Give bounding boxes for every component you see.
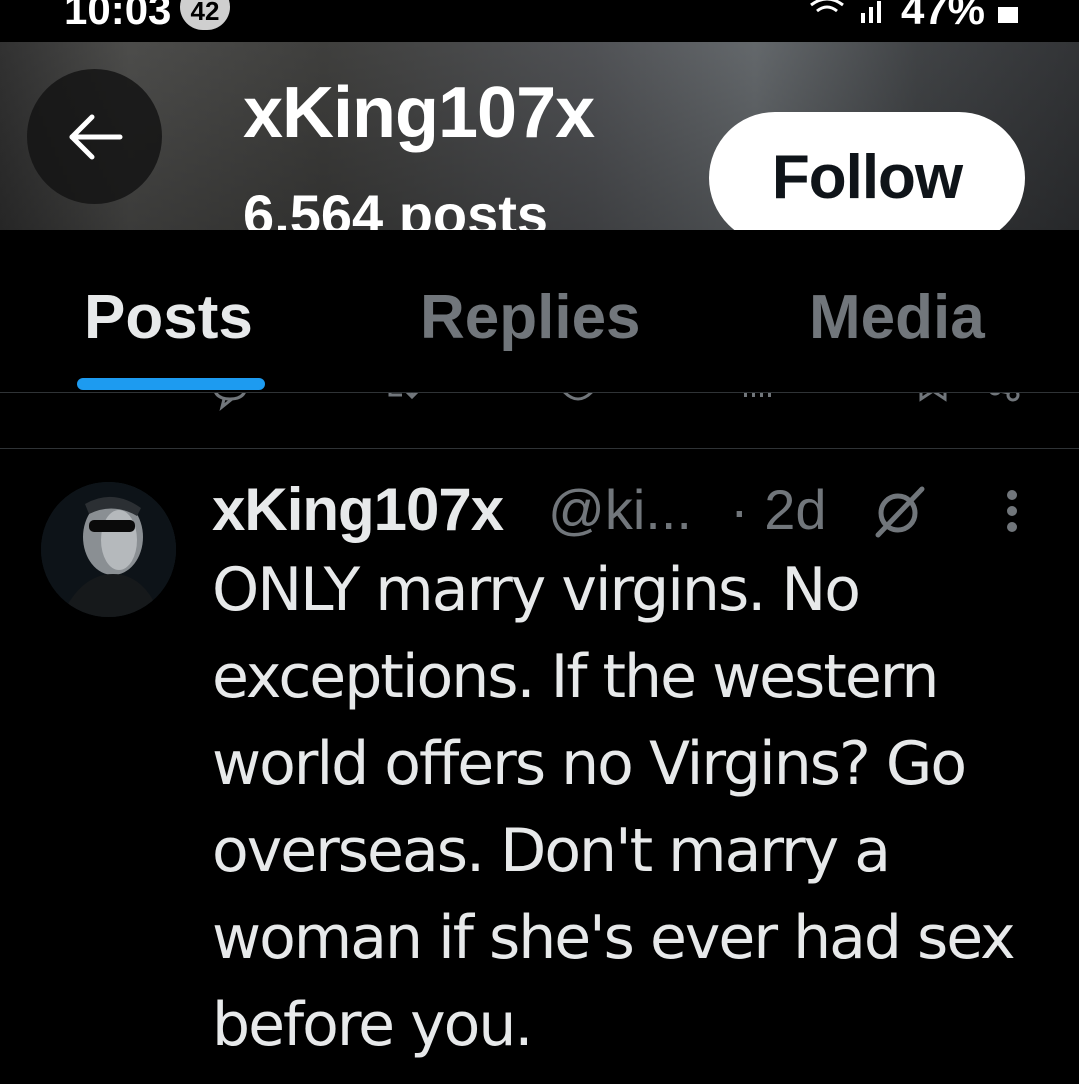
avatar[interactable] xyxy=(41,482,176,617)
posts-count: 6,564 posts xyxy=(243,183,549,230)
tab-posts[interactable]: Posts xyxy=(84,282,253,353)
tweet[interactable]: xKing107x @ki... · 2d ONLY marry virgins… xyxy=(0,449,1079,1084)
status-icons: 47% xyxy=(807,0,1019,34)
edit-icon xyxy=(875,486,925,538)
signal-icon xyxy=(860,1,881,23)
follow-button[interactable]: Follow xyxy=(709,112,1025,230)
active-tab-indicator xyxy=(77,378,265,390)
avatar-image xyxy=(41,482,176,617)
status-time: 10:03 xyxy=(64,0,172,33)
reply-icon[interactable] xyxy=(210,393,250,413)
tweet-author-name[interactable]: xKing107x xyxy=(212,475,504,544)
tab-media[interactable]: Media xyxy=(809,282,985,353)
notification-badge: 42 xyxy=(180,0,230,30)
battery-percentage: 47% xyxy=(900,0,985,33)
battery-icon xyxy=(998,7,1018,23)
status-bar: 10:03 42 47% xyxy=(0,0,1079,42)
previous-tweet-actions xyxy=(0,393,1079,449)
more-options-icon[interactable] xyxy=(1002,489,1022,533)
share-icon[interactable] xyxy=(985,393,1025,413)
like-icon[interactable] xyxy=(558,393,598,413)
bookmark-icon[interactable] xyxy=(915,393,955,413)
profile-tabs: Posts Replies Media xyxy=(0,230,1079,393)
profile-name: xKing107x xyxy=(243,73,595,153)
back-button[interactable] xyxy=(27,69,162,204)
tweet-header: xKing107x @ki... · 2d xyxy=(212,471,1039,544)
tweet-text: ONLY marry virgins. No exceptions. If th… xyxy=(212,555,1016,1060)
wifi-icon xyxy=(810,0,844,13)
tweet-timestamp[interactable]: · 2d xyxy=(730,477,827,542)
arrow-left-icon xyxy=(69,114,122,159)
repost-icon[interactable] xyxy=(386,393,426,413)
views-icon[interactable] xyxy=(740,393,780,413)
tab-replies[interactable]: Replies xyxy=(420,282,641,353)
profile-header: xKing107x 6,564 posts Follow xyxy=(0,42,1079,230)
tweet-author-handle[interactable]: @ki... xyxy=(548,477,692,542)
